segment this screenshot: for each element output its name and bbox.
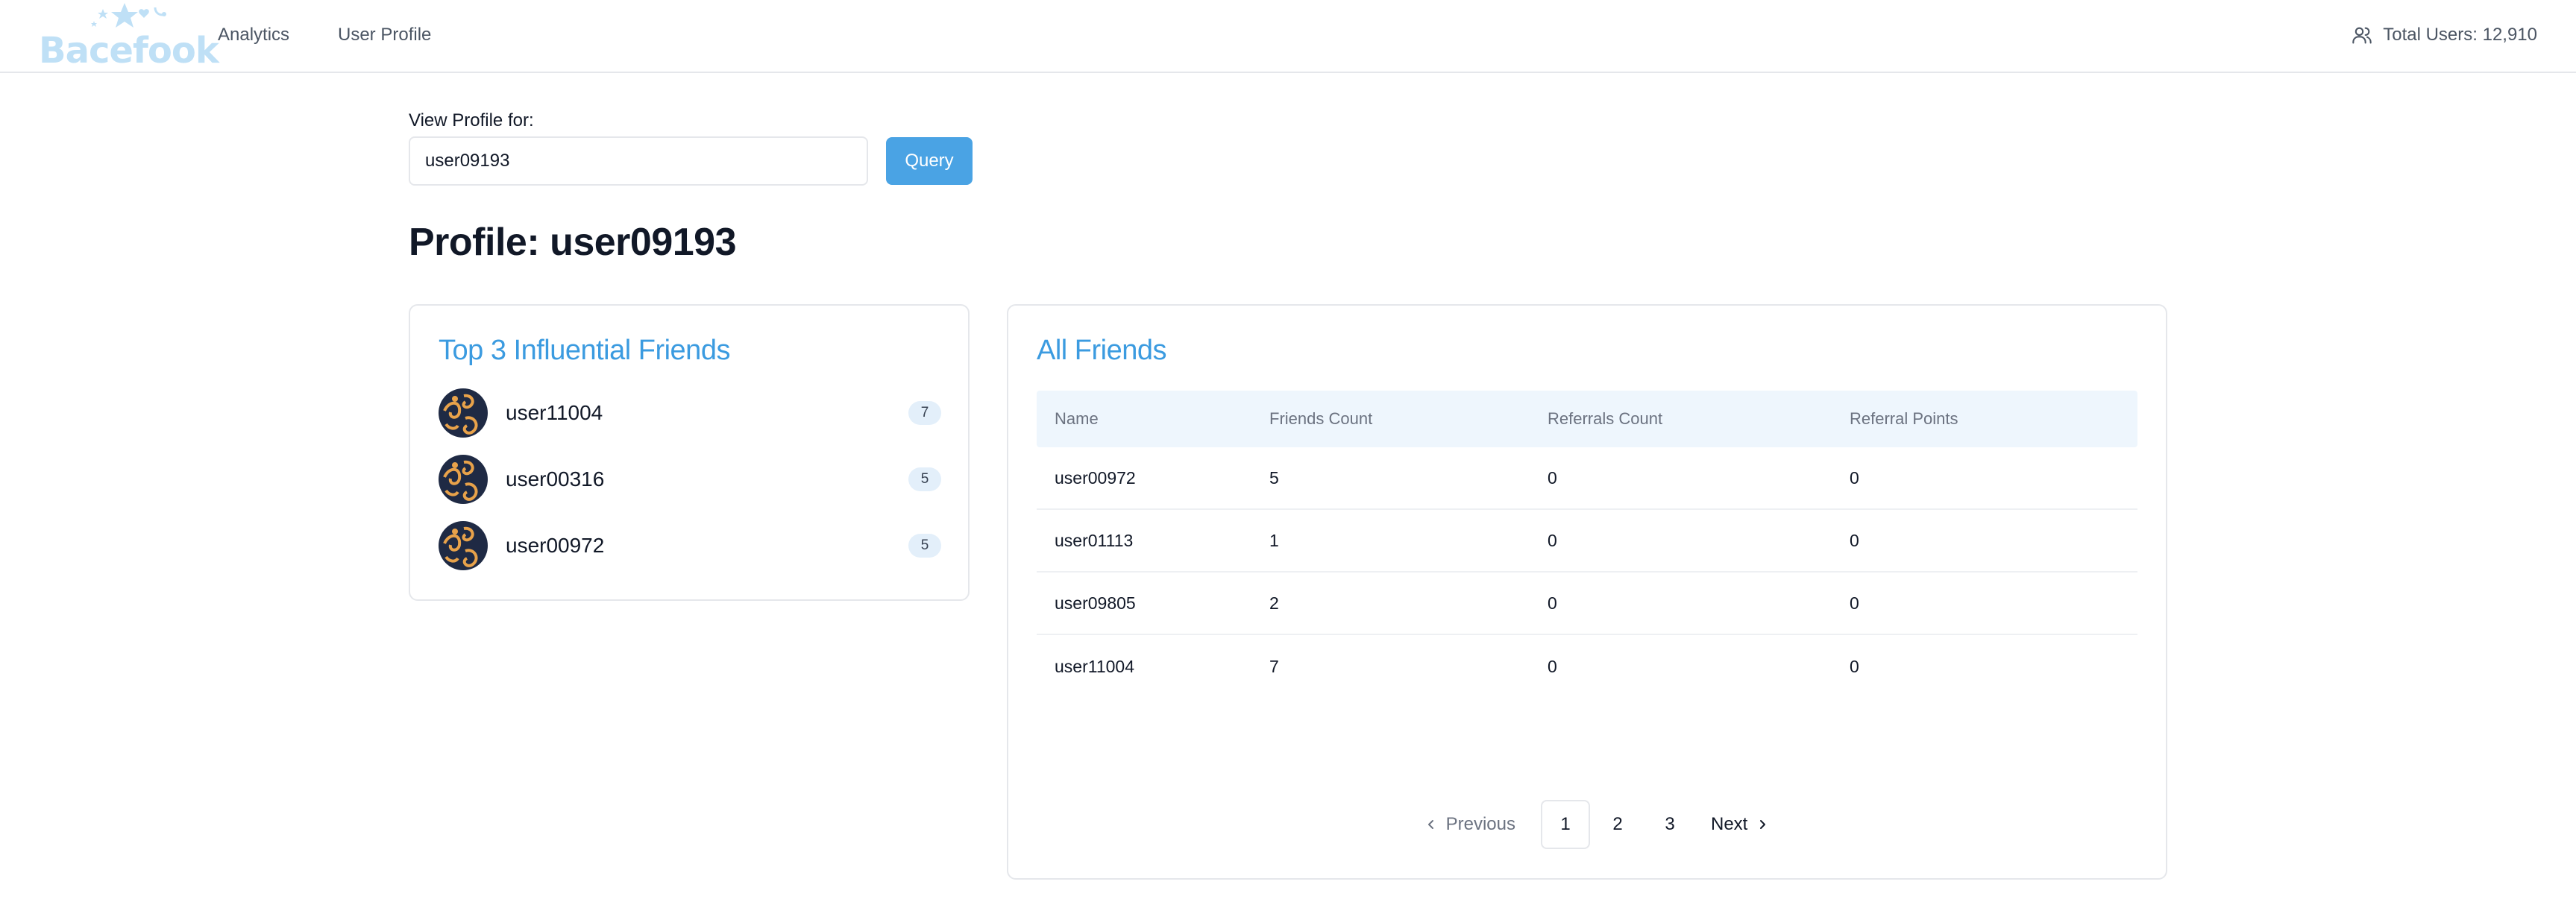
cell-name: user11004	[1055, 656, 1134, 676]
avatar-pattern-icon	[439, 521, 488, 570]
column-header-friends-count: Friends Count	[1269, 409, 1373, 428]
cell-friends-count: 2	[1269, 593, 1279, 613]
top-friends-card: Top 3 Influential Friends user11004 7 us…	[409, 304, 970, 601]
username-input[interactable]	[409, 136, 868, 186]
top-friend-item[interactable]: user00972 5	[439, 520, 941, 571]
pagination: Previous 1 2 3 Next	[1008, 799, 2166, 850]
table-row[interactable]: user00972 5 0 0	[1037, 447, 2137, 510]
top-friend-item[interactable]: user11004 7	[439, 388, 941, 438]
previous-label: Previous	[1445, 814, 1515, 834]
previous-page-button[interactable]: Previous	[1424, 814, 1515, 835]
logo-text: Bacefook	[39, 30, 219, 72]
cell-referrals-count: 0	[1548, 467, 1557, 488]
friends-table: Name Friends Count Referrals Count Refer…	[1037, 391, 2137, 698]
cell-referral-points: 0	[1850, 467, 1859, 488]
cell-name: user09805	[1055, 593, 1136, 613]
cell-referral-points: 0	[1850, 593, 1859, 613]
cell-referral-points: 0	[1850, 656, 1859, 676]
friend-count-badge: 5	[908, 534, 941, 558]
query-button[interactable]: Query	[886, 137, 973, 185]
total-users-indicator: Total Users: 12,910	[2352, 22, 2537, 48]
table-row[interactable]: user01113 1 0 0	[1037, 510, 2137, 573]
friend-name: user00972	[506, 534, 605, 557]
avatar-pattern-icon	[439, 455, 488, 504]
avatar	[439, 455, 488, 504]
top-friend-item[interactable]: user00316 5	[439, 454, 941, 505]
chevron-left-icon	[1427, 820, 1433, 829]
all-friends-title: All Friends	[1037, 335, 1167, 366]
profile-title: Profile: user09193	[409, 221, 737, 264]
cell-referrals-count: 0	[1548, 656, 1557, 676]
cell-name: user00972	[1055, 467, 1136, 488]
friend-name: user11004	[506, 401, 603, 424]
table-row[interactable]: user11004 7 0 0	[1037, 635, 2137, 698]
next-page-button[interactable]: Next	[1711, 814, 1770, 835]
nav-analytics[interactable]: Analytics	[218, 22, 289, 48]
cell-name: user01113	[1055, 530, 1134, 550]
total-users-text: Total Users: 12,910	[2383, 25, 2537, 45]
avatar	[439, 521, 488, 570]
top-header: Bacefook Analytics User Profile Total Us…	[0, 0, 2576, 73]
avatar-pattern-icon	[439, 388, 488, 438]
cell-friends-count: 7	[1269, 656, 1279, 676]
column-header-name: Name	[1055, 409, 1099, 428]
friend-name: user00316	[506, 467, 605, 491]
cell-referrals-count: 0	[1548, 530, 1557, 550]
column-header-referrals-count: Referrals Count	[1548, 409, 1663, 428]
cell-referral-points: 0	[1850, 530, 1859, 550]
cell-referrals-count: 0	[1548, 593, 1557, 613]
cell-friends-count: 5	[1269, 467, 1279, 488]
friend-count-badge: 7	[908, 401, 941, 425]
page-button-1[interactable]: 1	[1541, 800, 1590, 849]
table-row[interactable]: user09805 2 0 0	[1037, 573, 2137, 635]
all-friends-card: All Friends Name Friends Count Referrals…	[1007, 304, 2167, 880]
friend-count-badge: 5	[908, 467, 941, 491]
cell-friends-count: 1	[1269, 530, 1279, 550]
next-label: Next	[1711, 814, 1748, 834]
column-header-referral-points: Referral Points	[1850, 409, 1958, 428]
chevron-right-icon	[1760, 820, 1766, 829]
top-friends-title: Top 3 Influential Friends	[439, 335, 730, 366]
users-icon	[2352, 27, 2372, 44]
view-profile-label: View Profile for:	[409, 110, 534, 130]
nav-user-profile[interactable]: User Profile	[338, 22, 431, 48]
page-button-3[interactable]: 3	[1645, 800, 1694, 849]
page-button-2[interactable]: 2	[1593, 800, 1642, 849]
bacefook-logo[interactable]: Bacefook	[39, 1, 219, 72]
table-header: Name Friends Count Referrals Count Refer…	[1037, 391, 2137, 447]
avatar	[439, 388, 488, 438]
